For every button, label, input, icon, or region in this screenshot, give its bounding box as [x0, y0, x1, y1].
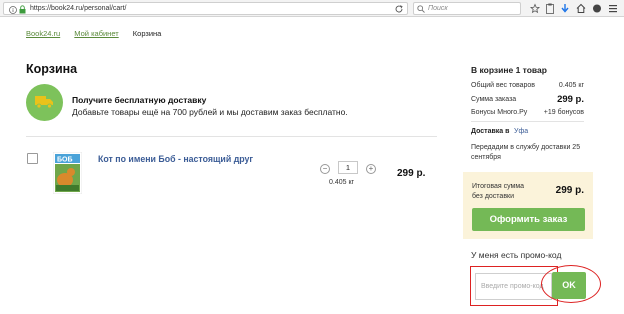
- summary-row-label: Сумма заказа: [471, 96, 517, 103]
- page-title: Корзина: [26, 62, 78, 76]
- url-text: https://book24.ru/personal/cart/: [30, 5, 127, 12]
- quantity-increase-button[interactable]: +: [366, 164, 376, 174]
- svg-text:БОБ: БОБ: [57, 157, 73, 164]
- checkout-button[interactable]: Оформить заказ: [472, 208, 585, 231]
- browser-search-input[interactable]: Поиск: [413, 2, 521, 15]
- total-value: 299 р.: [555, 185, 584, 196]
- delivery-city-link[interactable]: Уфа: [514, 128, 528, 135]
- breadcrumb-link-home[interactable]: Book24.ru: [26, 29, 60, 38]
- summary-title: В корзине 1 товар: [471, 65, 547, 75]
- ok-button-highlight: [541, 265, 601, 303]
- total-box: Итоговая сумма без доставки 299 р. Оформ…: [463, 172, 593, 239]
- quantity-input[interactable]: 1: [338, 161, 358, 174]
- reload-icon[interactable]: [394, 4, 404, 14]
- truck-icon: [35, 96, 53, 109]
- download-icon[interactable]: [560, 3, 570, 14]
- summary-row-value: 0.405 кг: [558, 82, 584, 89]
- lock-icon: [19, 5, 26, 14]
- divider: [26, 136, 437, 137]
- summary-row-label: Общий вес товаров: [471, 82, 536, 89]
- promo-code-label: У меня есть промо-код: [471, 250, 562, 260]
- summary-row-value: +19 бонусов: [543, 109, 584, 116]
- summary-row-label: Бонусы Много.Ру: [471, 109, 528, 116]
- delivery-note: Передадим в службу доставки 25 сентября: [471, 144, 581, 161]
- summary-row-value: 299 р.: [557, 94, 584, 105]
- total-label: Итоговая сумма без доставки: [472, 183, 525, 200]
- home-icon[interactable]: [576, 3, 586, 14]
- breadcrumb: Book24.ru Мой кабинет Корзина: [26, 29, 161, 38]
- breadcrumb-current: Корзина: [132, 29, 162, 38]
- summary-divider: [471, 121, 584, 122]
- delivery-label: Доставка в: [471, 128, 510, 135]
- delivery-badge: [26, 84, 63, 121]
- item-price: 299 р.: [397, 168, 426, 179]
- browser-toolbar: https://book24.ru/personal/cart/ Поиск: [0, 0, 624, 17]
- breadcrumb-link-account[interactable]: Мой кабинет: [74, 29, 118, 38]
- item-title-link[interactable]: Кот по имени Боб - настоящий друг: [98, 154, 253, 164]
- free-delivery-title: Получите бесплатную доставку: [72, 95, 207, 105]
- free-delivery-text: Добавьте товары ещё на 700 рублей и мы д…: [72, 107, 348, 117]
- menu-icon[interactable]: [608, 3, 618, 14]
- extension-icon[interactable]: [592, 3, 602, 14]
- quantity-decrease-button[interactable]: −: [320, 164, 330, 174]
- search-icon: [417, 5, 425, 13]
- summary-row-bonus: Бонусы Много.Ру +19 бонусов: [471, 109, 584, 116]
- summary-row-weight: Общий вес товаров 0.405 кг: [471, 82, 584, 89]
- info-icon[interactable]: [9, 6, 17, 14]
- search-placeholder: Поиск: [428, 5, 448, 12]
- address-bar[interactable]: https://book24.ru/personal/cart/: [3, 2, 408, 15]
- star-icon[interactable]: [530, 3, 540, 14]
- summary-row-sum: Сумма заказа 299 р.: [471, 94, 584, 105]
- book-cover-image[interactable]: БОБ: [53, 152, 82, 194]
- item-select-checkbox[interactable]: [27, 153, 38, 164]
- item-weight: 0.405 кг: [329, 179, 355, 186]
- clipboard-icon[interactable]: [545, 3, 555, 14]
